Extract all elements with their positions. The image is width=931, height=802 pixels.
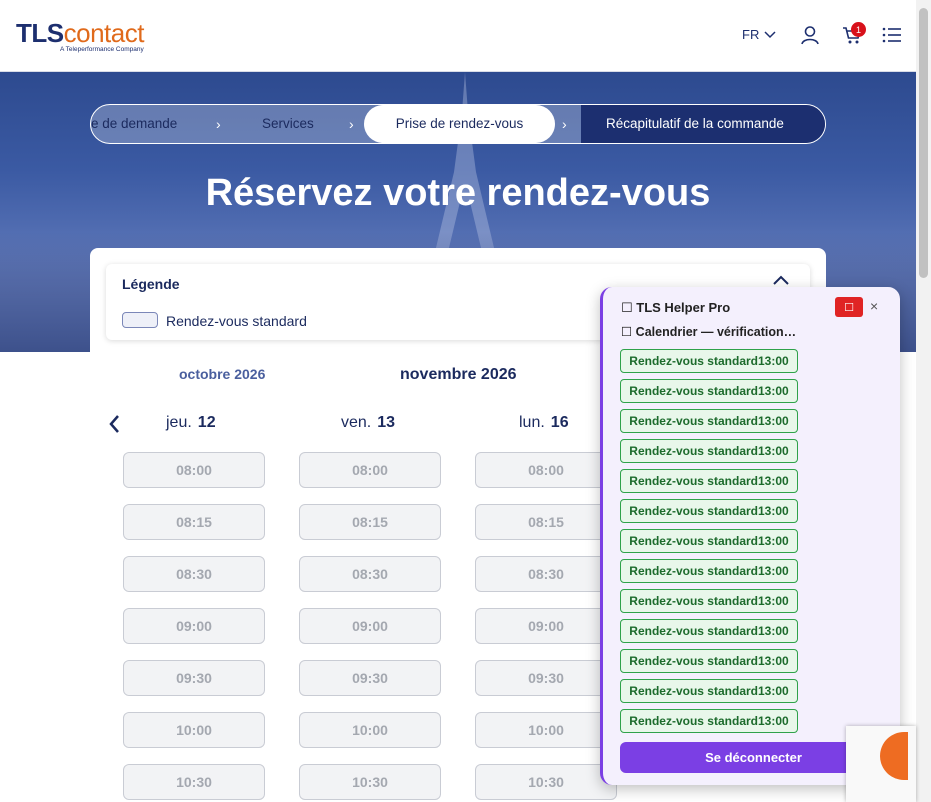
time-slot[interactable]: 08:00 (299, 452, 441, 488)
logo-tls: TLS (16, 18, 64, 48)
legend-item-standard: Rendez-vous standard (166, 313, 307, 329)
user-icon[interactable] (800, 25, 820, 45)
chevron-right-icon: › (562, 116, 567, 132)
helper-slot-button[interactable]: Rendez-vous standard13:00 (620, 649, 798, 673)
time-slot[interactable]: 08:15 (299, 504, 441, 540)
cart-count-badge: 1 (851, 22, 866, 37)
time-slot[interactable]: 08:00 (123, 452, 265, 488)
time-slot[interactable]: 08:30 (123, 556, 265, 592)
chevron-up-icon[interactable] (772, 274, 790, 286)
time-slot[interactable]: 10:30 (475, 764, 617, 800)
day-name: jeu. (166, 414, 192, 431)
step-summary[interactable]: Récapitulatif de la commande (581, 105, 825, 143)
page-title: Réservez votre rendez-vous (205, 172, 711, 214)
stop-button[interactable]: ☐ (835, 297, 863, 317)
time-slot[interactable]: 10:30 (299, 764, 441, 800)
time-slot[interactable]: 09:00 (299, 608, 441, 644)
time-slot[interactable]: 08:30 (475, 556, 617, 592)
tls-helper-panel: ☐ TLS Helper Pro ☐ × ☐ Calendrier — véri… (600, 287, 900, 785)
helper-slot-button[interactable]: Rendez-vous standard13:00 (620, 409, 798, 433)
helper-title: ☐ TLS Helper Pro (621, 300, 731, 315)
day-header: lun. 16 (519, 414, 569, 432)
menu-icon[interactable] (882, 25, 902, 45)
time-slot[interactable]: 10:00 (123, 712, 265, 748)
helper-slot-button[interactable]: Rendez-vous standard13:00 (620, 379, 798, 403)
time-slot[interactable]: 09:30 (475, 660, 617, 696)
day-header: jeu. 12 (166, 414, 216, 432)
prev-month-link[interactable]: octobre 2026 (179, 366, 265, 382)
helper-slot-button[interactable]: Rendez-vous standard13:00 (620, 529, 798, 553)
step-appointment[interactable]: Prise de rendez-vous (364, 105, 555, 143)
helper-status: ☐ Calendrier — vérification… (621, 325, 797, 339)
day-number: 16 (550, 414, 569, 431)
time-slot[interactable]: 10:00 (475, 712, 617, 748)
legend-title: Légende (122, 276, 180, 292)
scrollbar-thumb[interactable] (919, 8, 928, 278)
time-slot[interactable]: 08:30 (299, 556, 441, 592)
language-label: FR (742, 27, 760, 42)
day-header: ven. 13 (341, 414, 395, 432)
helper-slot-button[interactable]: Rendez-vous standard13:00 (620, 619, 798, 643)
eiffel-tower-image (435, 72, 495, 252)
helper-slot-button[interactable]: Rendez-vous standard13:00 (620, 439, 798, 463)
step-services[interactable]: Services (262, 105, 314, 143)
chevron-right-icon: › (349, 116, 354, 132)
close-icon[interactable]: × (870, 298, 878, 314)
day-name: ven. (341, 414, 372, 431)
site-header: TLScontact A Teleperformance Company FR … (0, 0, 916, 72)
helper-slot-button[interactable]: Rendez-vous standard13:00 (620, 559, 798, 583)
helper-slot-button[interactable]: Rendez-vous standard13:00 (620, 679, 798, 703)
day-number: 13 (377, 414, 396, 431)
day-name: lun. (519, 414, 545, 431)
time-slot[interactable]: 10:30 (123, 764, 265, 800)
time-slot[interactable]: 08:00 (475, 452, 617, 488)
legend-swatch-standard (122, 312, 158, 328)
helper-slot-button[interactable]: Rendez-vous standard13:00 (620, 499, 798, 523)
chevron-down-icon (764, 30, 776, 38)
chevron-right-icon: › (216, 116, 221, 132)
time-slot[interactable]: 09:00 (475, 608, 617, 644)
day-number: 12 (197, 414, 216, 431)
language-selector[interactable]: FR (742, 27, 776, 42)
chevron-left-icon[interactable] (108, 414, 120, 434)
helper-slot-button[interactable]: Rendez-vous standard13:00 (620, 589, 798, 613)
logo-contact: contact (63, 18, 145, 48)
time-slot[interactable]: 10:00 (299, 712, 441, 748)
time-slot[interactable]: 08:15 (475, 504, 617, 540)
helper-slot-button[interactable]: Rendez-vous standard13:00 (620, 349, 798, 373)
helper-slot-button[interactable]: Rendez-vous standard13:00 (620, 469, 798, 493)
time-slot[interactable]: 09:00 (123, 608, 265, 644)
time-slot[interactable]: 09:30 (299, 660, 441, 696)
tlscontact-logo[interactable]: TLScontact A Teleperformance Company (16, 18, 145, 53)
step-application[interactable]: e de demande (91, 105, 231, 143)
booking-stepper: e de demande › Services › Prise de rende… (90, 104, 826, 144)
time-slot[interactable]: 08:15 (123, 504, 265, 540)
logo-tagline: A Teleperformance Company (60, 46, 144, 53)
helper-slot-button[interactable]: Rendez-vous standard13:00 (620, 709, 798, 733)
time-slot[interactable]: 09:30 (123, 660, 265, 696)
current-month-label: novembre 2026 (400, 366, 517, 383)
